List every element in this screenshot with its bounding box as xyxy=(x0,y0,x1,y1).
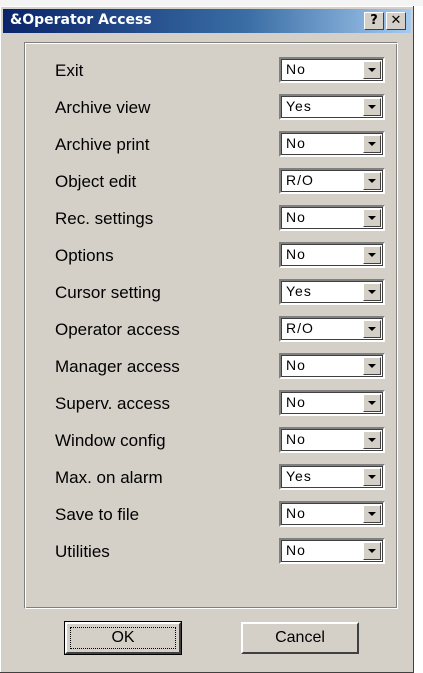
setting-dropdown[interactable]: No xyxy=(279,205,385,231)
title-bar[interactable]: &Operator Access ? ✕ xyxy=(3,9,411,33)
setting-dropdown[interactable]: No xyxy=(279,538,385,564)
setting-label: Exit xyxy=(55,61,84,80)
setting-label: Max. on alarm xyxy=(55,468,163,487)
help-button[interactable]: ? xyxy=(364,12,384,30)
setting-label: Utilities xyxy=(55,542,110,561)
chevron-down-icon[interactable] xyxy=(363,505,381,523)
setting-label: Superv. access xyxy=(55,394,170,413)
setting-dropdown[interactable]: No xyxy=(279,501,385,527)
dropdown-value: R/O xyxy=(286,320,314,336)
cancel-label: Cancel xyxy=(275,629,325,646)
setting-dropdown[interactable]: Yes xyxy=(279,94,385,120)
chevron-down-icon[interactable] xyxy=(363,320,381,338)
setting-dropdown[interactable]: R/O xyxy=(279,316,385,342)
chevron-down-icon[interactable] xyxy=(363,246,381,264)
dropdown-value: No xyxy=(286,61,306,77)
setting-label: Archive print xyxy=(55,135,150,154)
setting-dropdown[interactable]: No xyxy=(279,242,385,268)
setting-label: Rec. settings xyxy=(55,209,154,228)
dropdown-value: No xyxy=(286,357,306,373)
cancel-button[interactable]: Cancel xyxy=(241,622,359,654)
setting-label: Object edit xyxy=(55,172,137,191)
dropdown-value: No xyxy=(286,246,306,262)
setting-dropdown[interactable]: No xyxy=(279,427,385,453)
help-icon: ? xyxy=(370,13,378,28)
setting-label: Manager access xyxy=(55,357,180,376)
setting-dropdown[interactable]: Yes xyxy=(279,464,385,490)
focus-rect xyxy=(70,627,176,649)
setting-row: Operator access R/O xyxy=(25,316,397,346)
chevron-down-icon[interactable] xyxy=(363,98,381,116)
chevron-down-icon[interactable] xyxy=(363,357,381,375)
chevron-down-icon[interactable] xyxy=(363,61,381,79)
setting-dropdown[interactable]: No xyxy=(279,131,385,157)
dropdown-value: No xyxy=(286,542,306,558)
close-icon: ✕ xyxy=(390,13,402,28)
setting-dropdown[interactable]: No xyxy=(279,390,385,416)
setting-label: Operator access xyxy=(55,320,180,339)
close-button[interactable]: ✕ xyxy=(386,12,406,30)
setting-row: Window config No xyxy=(25,427,397,457)
operator-access-dialog: &Operator Access ? ✕ Exit No Archive vie… xyxy=(0,6,414,673)
setting-row: Object edit R/O xyxy=(25,168,397,198)
chevron-down-icon[interactable] xyxy=(363,542,381,560)
setting-row: Archive print No xyxy=(25,131,397,161)
setting-row: Utilities No xyxy=(25,538,397,568)
chevron-down-icon[interactable] xyxy=(363,172,381,190)
dropdown-value: No xyxy=(286,209,306,225)
chevron-down-icon[interactable] xyxy=(363,209,381,227)
dropdown-value: No xyxy=(286,394,306,410)
dropdown-value: No xyxy=(286,505,306,521)
setting-row: Max. on alarm Yes xyxy=(25,464,397,494)
setting-dropdown[interactable]: R/O xyxy=(279,168,385,194)
window-title: &Operator Access xyxy=(10,12,152,28)
chevron-down-icon[interactable] xyxy=(363,431,381,449)
setting-dropdown[interactable]: Yes xyxy=(279,279,385,305)
dropdown-value: Yes xyxy=(286,468,312,484)
setting-label: Cursor setting xyxy=(55,283,161,302)
chevron-down-icon[interactable] xyxy=(363,135,381,153)
setting-row: Manager access No xyxy=(25,353,397,383)
setting-row: Save to file No xyxy=(25,501,397,531)
setting-row: Cursor setting Yes xyxy=(25,279,397,309)
setting-row: Archive view Yes xyxy=(25,94,397,124)
chevron-down-icon[interactable] xyxy=(363,394,381,412)
setting-dropdown[interactable]: No xyxy=(279,353,385,379)
dropdown-value: No xyxy=(286,431,306,447)
setting-row: Options No xyxy=(25,242,397,272)
dropdown-value: No xyxy=(286,135,306,151)
dropdown-value: R/O xyxy=(286,172,314,188)
setting-row: Exit No xyxy=(25,57,397,87)
chevron-down-icon[interactable] xyxy=(363,283,381,301)
setting-label: Options xyxy=(55,246,114,265)
setting-dropdown[interactable]: No xyxy=(279,57,385,83)
dropdown-value: Yes xyxy=(286,283,312,299)
dropdown-value: Yes xyxy=(286,98,312,114)
setting-row: Superv. access No xyxy=(25,390,397,420)
setting-label: Window config xyxy=(55,431,166,450)
setting-row: Rec. settings No xyxy=(25,205,397,235)
ok-button[interactable]: OK xyxy=(64,621,182,655)
settings-panel: Exit No Archive view Yes Archive print N… xyxy=(24,42,398,609)
setting-label: Save to file xyxy=(55,505,140,524)
setting-label: Archive view xyxy=(55,98,151,117)
chevron-down-icon[interactable] xyxy=(363,468,381,486)
